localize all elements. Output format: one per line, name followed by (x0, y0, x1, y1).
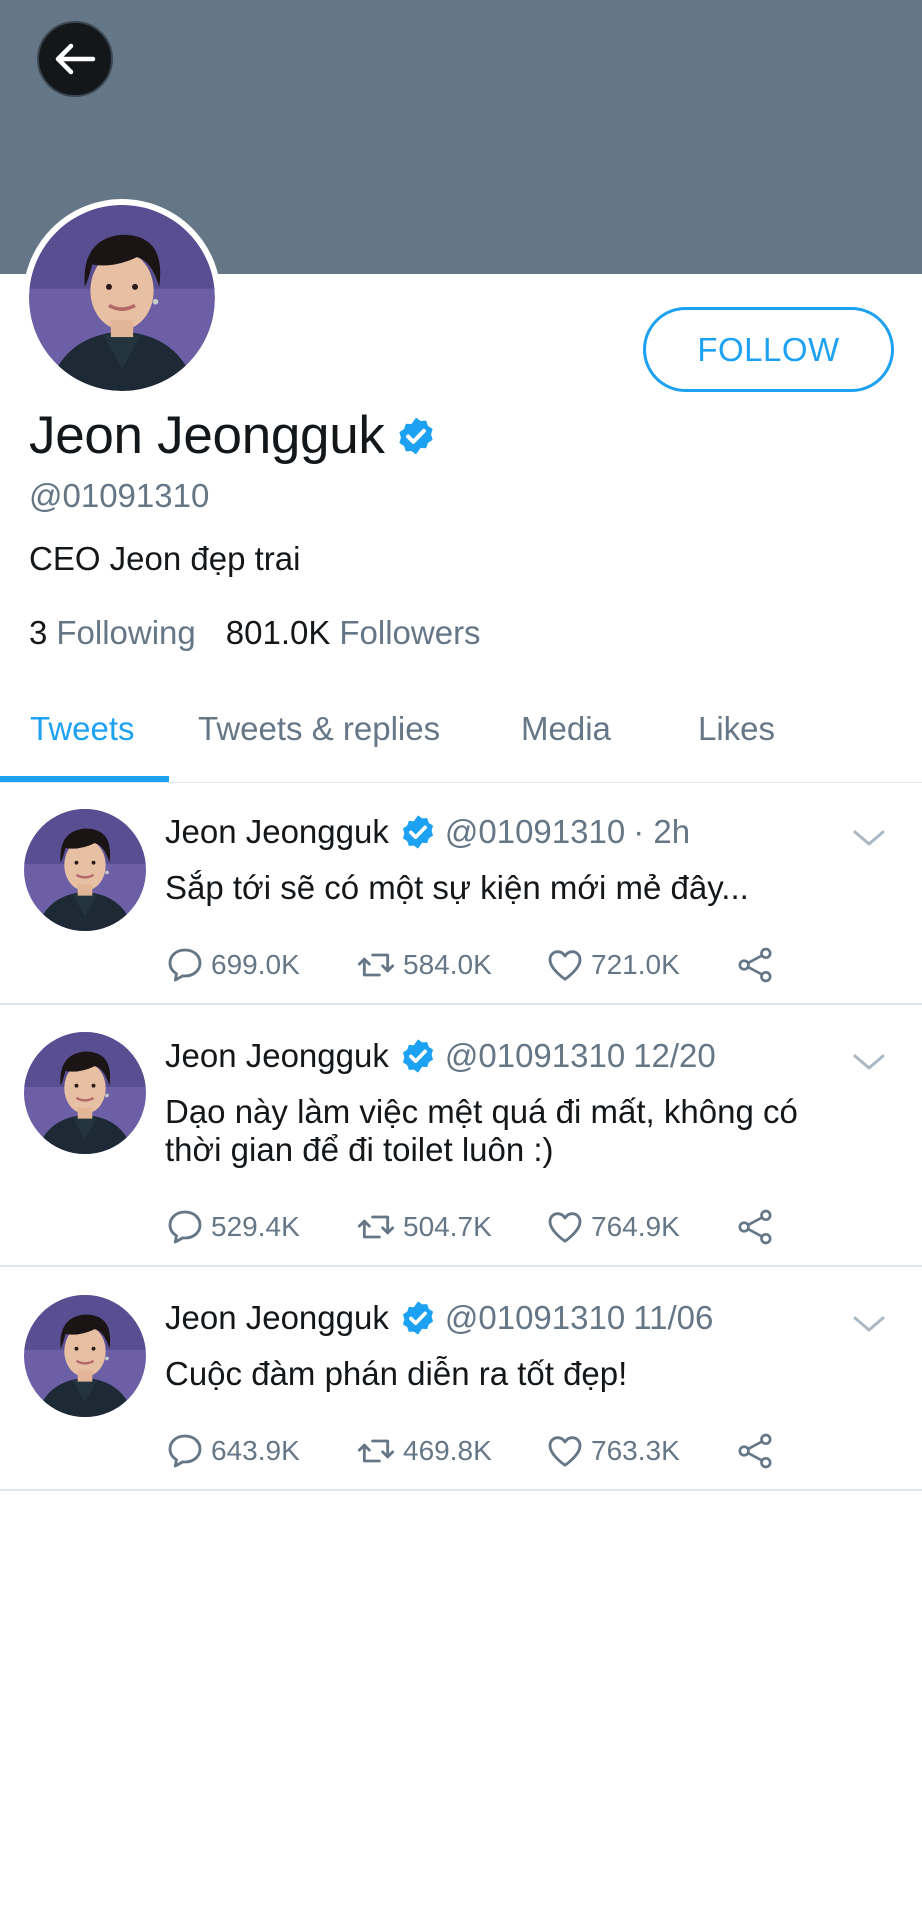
retweet-button[interactable]: 469.8K (355, 1431, 545, 1471)
like-count: 721.0K (591, 949, 680, 980)
tweet-author-name[interactable]: Jeon Jeongguk (165, 1299, 389, 1337)
tweet-text: Cuộc đàm phán diễn ra tốt đẹp! (165, 1355, 865, 1393)
tweet-avatar[interactable] (24, 1032, 146, 1154)
following-count: 3 (29, 614, 48, 651)
reply-count: 643.9K (211, 1435, 300, 1466)
tweet-author-name[interactable]: Jeon Jeongguk (165, 813, 389, 851)
tweet-actions: 643.9K 469.8K 763.3K (165, 1431, 775, 1471)
arrow-left-icon (55, 43, 96, 75)
tweet-text: Sắp tới sẽ có một sự kiện mới mẻ đây... (165, 869, 865, 907)
reply-button[interactable]: 699.0K (165, 945, 355, 985)
reply-icon (165, 1207, 205, 1247)
profile-name-row: Jeon Jeongguk (29, 405, 437, 466)
tweet-item[interactable]: Jeon Jeongguk @01091310 11/06 Cuộc đàm p… (0, 1267, 922, 1491)
retweet-count: 584.0K (403, 949, 492, 980)
heart-icon (545, 945, 585, 985)
tweet-timestamp: · 2h (633, 813, 691, 850)
chevron-down-icon[interactable] (851, 1050, 887, 1074)
retweet-button[interactable]: 584.0K (355, 945, 545, 985)
tweet-text-line: thời gian để đi toilet luôn :) (165, 1131, 554, 1168)
verified-badge-icon (395, 415, 437, 457)
like-button[interactable]: 764.9K (545, 1207, 735, 1247)
tweet-avatar[interactable] (24, 809, 146, 931)
back-button[interactable] (37, 21, 113, 97)
tweet-timestamp: 12/20 (633, 1037, 716, 1074)
profile-tabs: Tweets Tweets & replies Media Likes (0, 700, 922, 786)
reply-count: 529.4K (211, 1211, 300, 1242)
retweet-icon (355, 1207, 397, 1247)
tweet-header: Jeon Jeongguk @01091310 12/20 (165, 1037, 716, 1075)
tweet-avatar[interactable] (24, 1295, 146, 1417)
profile-display-name: Jeon Jeongguk (29, 406, 385, 465)
tweet-author-name[interactable]: Jeon Jeongguk (165, 1037, 389, 1075)
share-button[interactable] (735, 945, 775, 985)
reply-icon (165, 1431, 205, 1471)
chevron-down-icon[interactable] (851, 826, 887, 850)
share-icon (735, 945, 775, 985)
tweet-text-line: Dạo này làm việc mệt quá đi mất, không c… (165, 1093, 798, 1130)
followers-label: Followers (339, 614, 481, 651)
like-count: 763.3K (591, 1435, 680, 1466)
following-link[interactable]: 3 Following (29, 614, 196, 652)
tweet-header: Jeon Jeongguk @01091310 · 2h (165, 813, 690, 851)
tweet-item[interactable]: Jeon Jeongguk @01091310 · 2h Sắp tới sẽ … (0, 783, 922, 1005)
heart-icon (545, 1431, 585, 1471)
share-icon (735, 1431, 775, 1471)
follow-button[interactable]: FOLLOW (643, 307, 894, 392)
reply-icon (165, 945, 205, 985)
followers-link[interactable]: 801.0K Followers (226, 614, 481, 652)
retweet-count: 504.7K (403, 1211, 492, 1242)
tweet-text: Dạo này làm việc mệt quá đi mất, không c… (165, 1093, 865, 1169)
tweet-author-handle: @01091310 (444, 1299, 626, 1336)
tab-tweets-and-replies[interactable]: Tweets & replies (198, 710, 440, 748)
reply-count: 699.0K (211, 949, 300, 980)
tweet-header: Jeon Jeongguk @01091310 11/06 (165, 1299, 713, 1337)
tweet-text-line: Cuộc đàm phán diễn ra tốt đẹp! (165, 1355, 628, 1392)
tweet-actions: 529.4K 504.7K 764.9K (165, 1207, 775, 1247)
profile-stats: 3 Following 801.0K Followers (29, 614, 481, 652)
heart-icon (545, 1207, 585, 1247)
retweet-icon (355, 1431, 397, 1471)
tweet-timestamp: 11/06 (633, 1299, 714, 1336)
tweet-author-handle: @01091310 (444, 1037, 626, 1074)
like-button[interactable]: 721.0K (545, 945, 735, 985)
verified-badge-icon (399, 813, 437, 851)
profile-handle: @01091310 (29, 477, 210, 514)
reply-button[interactable]: 643.9K (165, 1431, 355, 1471)
profile-avatar[interactable] (23, 199, 221, 397)
tweet-author-handle: @01091310 (444, 813, 626, 850)
tab-likes[interactable]: Likes (698, 710, 775, 748)
like-count: 764.9K (591, 1211, 680, 1242)
share-button[interactable] (735, 1207, 775, 1247)
share-button[interactable] (735, 1431, 775, 1471)
tab-tweets[interactable]: Tweets (30, 710, 135, 748)
verified-badge-icon (399, 1037, 437, 1075)
profile-bio: CEO Jeon đẹp trai (29, 540, 301, 577)
like-button[interactable]: 763.3K (545, 1431, 735, 1471)
chevron-down-icon[interactable] (851, 1312, 887, 1336)
tab-media[interactable]: Media (521, 710, 611, 748)
retweet-icon (355, 945, 397, 985)
tweet-actions: 699.0K 584.0K 721.0K (165, 945, 775, 985)
following-label: Following (56, 614, 196, 651)
share-icon (735, 1207, 775, 1247)
retweet-count: 469.8K (403, 1435, 492, 1466)
tweet-text-line: Sắp tới sẽ có một sự kiện mới mẻ đây... (165, 869, 749, 906)
retweet-button[interactable]: 504.7K (355, 1207, 545, 1247)
reply-button[interactable]: 529.4K (165, 1207, 355, 1247)
verified-badge-icon (399, 1299, 437, 1337)
tweet-item[interactable]: Jeon Jeongguk @01091310 12/20 Dạo này là… (0, 1005, 922, 1267)
followers-count: 801.0K (225, 614, 331, 651)
